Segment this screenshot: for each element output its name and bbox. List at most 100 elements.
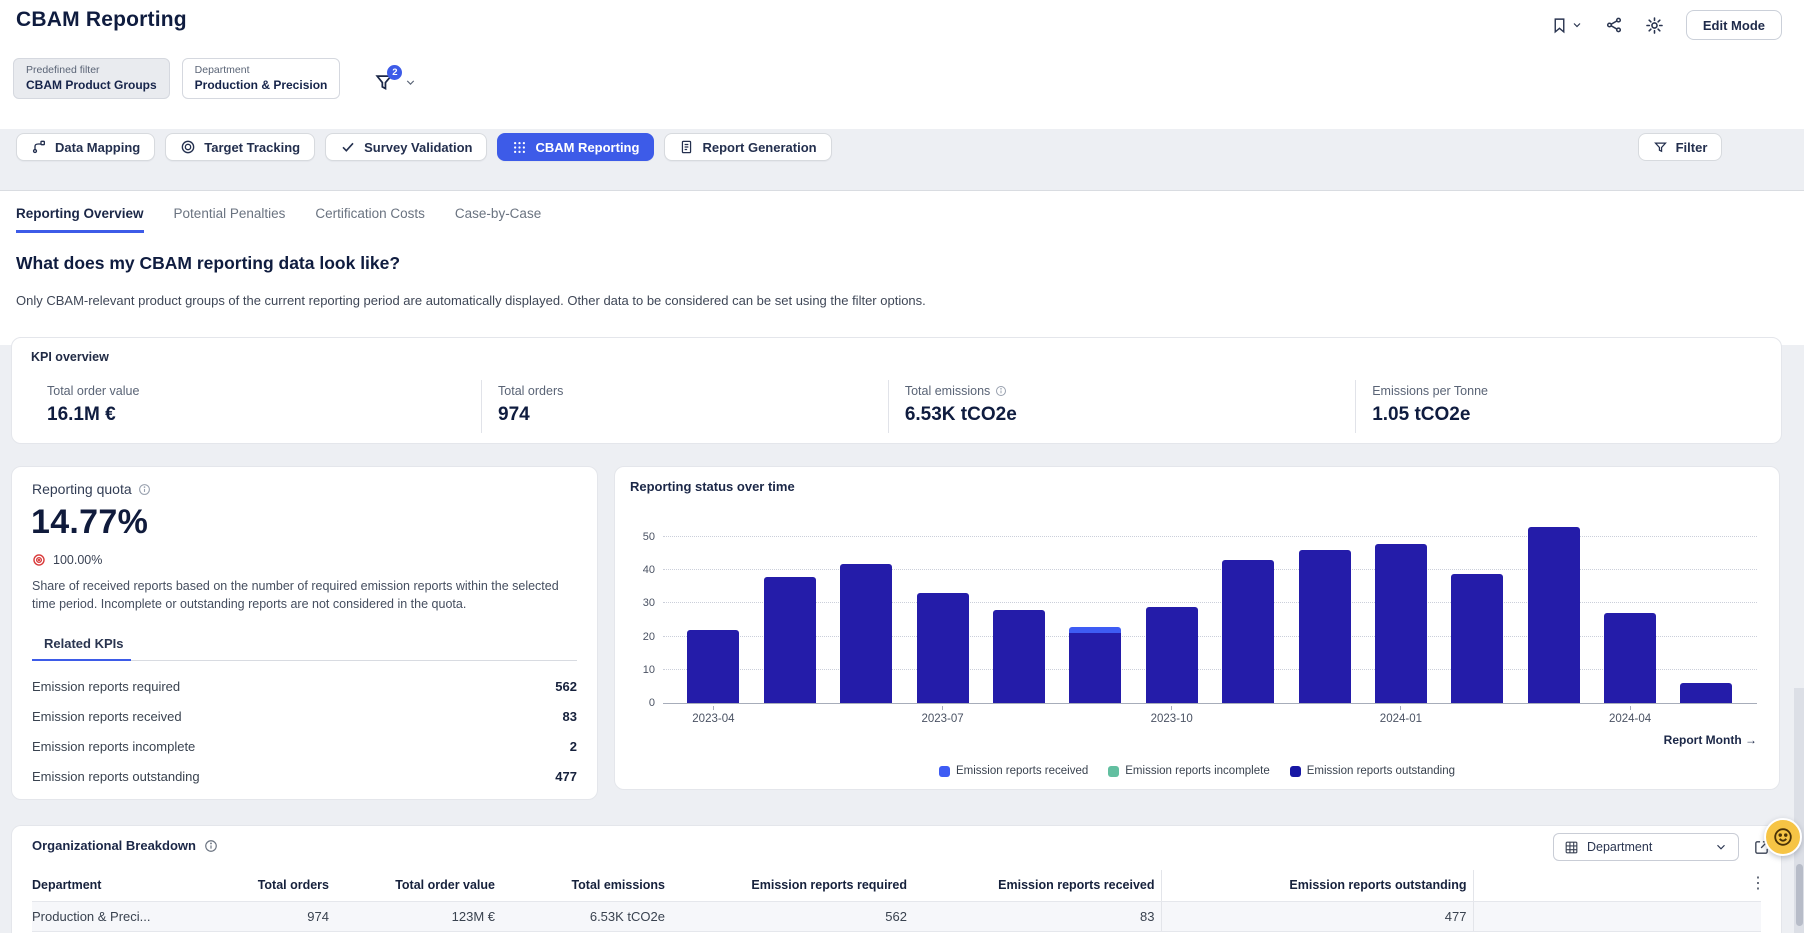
bar-2023-11[interactable] xyxy=(1222,560,1275,703)
table-cell: 477 xyxy=(1160,901,1474,932)
edit-mode-button[interactable]: Edit Mode xyxy=(1685,10,1782,40)
toolbar-tab-label: Data Mapping xyxy=(55,139,141,155)
quota-value: 14.77% xyxy=(31,503,149,541)
bar-2024-02[interactable] xyxy=(1451,573,1504,703)
grid-icon xyxy=(512,140,527,155)
x-axis-slot xyxy=(764,706,816,725)
bar-2023-06[interactable] xyxy=(840,563,893,703)
subtab-certification-costs[interactable]: Certification Costs xyxy=(315,206,425,233)
info-icon[interactable] xyxy=(995,385,1007,397)
bar-2024-01[interactable] xyxy=(1374,543,1427,703)
bar-2023-05[interactable] xyxy=(763,576,816,703)
table-cell: 83 xyxy=(913,901,1161,932)
related-kpi-value: 83 xyxy=(562,708,577,724)
table-cell: 6.53K tCO2e xyxy=(501,901,671,932)
column-header-total-emissions[interactable]: Total emissions xyxy=(501,870,671,902)
legend-item-emission-reports-received[interactable]: Emission reports received xyxy=(938,765,1088,777)
filter-button[interactable]: Filter xyxy=(1638,133,1722,161)
column-header-emission-reports-required[interactable]: Emission reports required xyxy=(671,870,913,902)
info-icon[interactable] xyxy=(204,839,218,853)
quota-target: 100.00% xyxy=(32,553,102,567)
bookmark-button[interactable] xyxy=(1551,16,1583,35)
dimension-select[interactable]: Department xyxy=(1553,833,1739,861)
reporting-status-card: Reporting status over time 0 10 20 30 40 50 2… xyxy=(614,466,1780,790)
legend-item-emission-reports-incomplete[interactable]: Emission reports incomplete xyxy=(1108,765,1270,777)
bar-2023-09[interactable] xyxy=(1069,626,1122,703)
x-axis-slot: 2024-01 xyxy=(1375,706,1427,725)
bar-2024-05[interactable] xyxy=(1680,683,1733,703)
x-axis-title-text: Report Month xyxy=(1663,733,1742,747)
table-cell: 562 xyxy=(671,901,913,932)
data-mapping-icon xyxy=(31,139,47,155)
predefined-filter-chip[interactable]: Predefined filter CBAM Product Groups xyxy=(13,58,170,99)
x-axis-slot: 2023-07 xyxy=(917,706,969,725)
section-description: Only CBAM-relevant product groups of the… xyxy=(16,293,926,308)
column-header-total-order-value[interactable]: Total order value xyxy=(335,870,501,902)
y-axis-tick: 50 xyxy=(642,531,655,543)
header-actions: Edit Mode xyxy=(1551,10,1782,40)
scrollbar-track[interactable] xyxy=(1794,688,1804,933)
legend-item-emission-reports-outstanding[interactable]: Emission reports outstanding xyxy=(1289,765,1455,777)
org-breakdown-header: Organizational Breakdown xyxy=(32,838,218,853)
toolbar-tab-target-tracking[interactable]: Target Tracking xyxy=(165,133,316,161)
column-header-emission-reports-outstanding[interactable]: Emission reports outstanding xyxy=(1160,870,1474,902)
y-axis-tick: 0 xyxy=(648,697,655,709)
toolbar-tab-cbam-reporting[interactable]: CBAM Reporting xyxy=(497,133,655,161)
x-axis-tick-mark xyxy=(1400,706,1402,710)
bar-2023-07[interactable] xyxy=(916,593,969,703)
bar-2023-10[interactable] xyxy=(1145,606,1198,703)
x-axis-tick-label: 2024-01 xyxy=(1379,713,1423,725)
toolbar-tab-survey-validation[interactable]: Survey Validation xyxy=(325,133,488,161)
x-axis-tick-label: 2023-07 xyxy=(921,713,964,725)
column-header-department[interactable]: Department xyxy=(32,870,217,902)
kpi-total-emissions: Total emissions 6.53K tCO2e xyxy=(887,380,1355,433)
subtab-reporting-overview[interactable]: Reporting Overview xyxy=(16,206,144,233)
kpi-total-order-value: Total order value 16.1M € xyxy=(31,380,481,433)
related-kpis-tab-row: Related KPIs xyxy=(32,635,577,661)
toolbar-tab-label: Survey Validation xyxy=(364,139,473,155)
bar-2023-08[interactable] xyxy=(992,610,1045,703)
bar-segment xyxy=(1374,543,1427,703)
subtab-case-by-case[interactable]: Case-by-Case xyxy=(455,206,541,233)
bar-2024-03[interactable] xyxy=(1527,527,1580,703)
filter-chips-row: Predefined filter CBAM Product Groups De… xyxy=(13,58,417,99)
chevron-down-icon xyxy=(1571,19,1583,31)
column-header-emission-reports-received[interactable]: Emission reports received xyxy=(913,870,1161,902)
bar-2023-04[interactable] xyxy=(687,629,740,703)
subtab-potential-penalties[interactable]: Potential Penalties xyxy=(174,206,286,233)
bookmark-icon xyxy=(1551,16,1568,35)
share-button[interactable] xyxy=(1605,16,1623,34)
bar-segment xyxy=(840,563,893,703)
settings-button[interactable] xyxy=(1645,16,1664,35)
bar-2023-12[interactable] xyxy=(1298,550,1351,703)
section-heading: What does my CBAM reporting data look li… xyxy=(16,253,401,273)
related-kpi-value: 2 xyxy=(569,738,577,754)
x-axis-slot xyxy=(1222,706,1274,725)
chip-value: Production & Precision xyxy=(194,78,328,92)
gear-icon xyxy=(1645,16,1664,35)
report-subtabs: Reporting Overview Potential Penalties Cer… xyxy=(16,206,541,233)
x-axis-tick-mark xyxy=(1171,706,1173,710)
table-menu-button[interactable]: ⋮ xyxy=(1750,876,1766,892)
toolbar-tab-data-mapping[interactable]: Data Mapping xyxy=(16,133,156,161)
scrollbar-thumb[interactable] xyxy=(1796,864,1803,926)
bar-segment xyxy=(1680,683,1733,703)
feedback-widget-button[interactable] xyxy=(1764,818,1802,856)
bar-segment xyxy=(687,629,740,703)
x-axis-slot xyxy=(1069,706,1121,725)
x-axis-slot xyxy=(1451,706,1503,725)
tab-related-kpis[interactable]: Related KPIs xyxy=(32,636,132,661)
department-filter-chip[interactable]: Department Production & Precision xyxy=(181,58,341,99)
kpi-grid: Total order value 16.1M € Total orders 974 T… xyxy=(31,380,1762,433)
table-row[interactable]: Production & Preci... 974 123M €6.53K tCO2… xyxy=(32,901,1761,932)
bar-2024-04[interactable] xyxy=(1604,613,1657,703)
toolbar-tab-report-generation[interactable]: Report Generation xyxy=(664,133,832,161)
x-axis-slot xyxy=(1528,706,1580,725)
x-axis-tick-mark xyxy=(712,706,714,710)
column-header-total-orders[interactable]: Total orders xyxy=(217,870,335,902)
active-filters-button[interactable]: 2 xyxy=(374,64,417,94)
legend-swatch xyxy=(1289,765,1301,777)
info-icon[interactable] xyxy=(138,483,151,496)
related-kpi-row: Emission reports required 562 xyxy=(32,671,577,701)
bar-segment xyxy=(1451,573,1504,703)
